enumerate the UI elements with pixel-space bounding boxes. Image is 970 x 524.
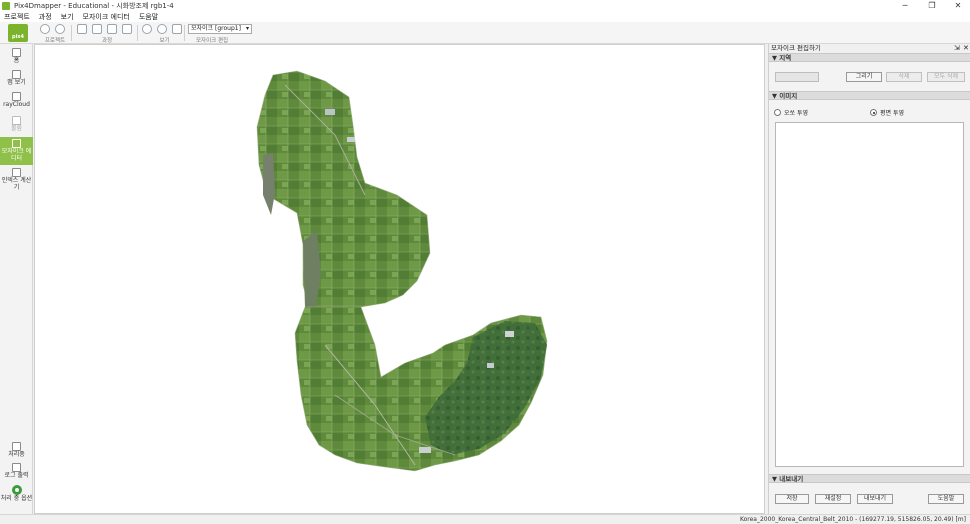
mosaic-select-value: 모자이크 [group1] bbox=[191, 25, 241, 32]
title-bar: Pix4Dmapper - Educational - 시화방조제 rgb1-4… bbox=[0, 0, 970, 11]
export-section: ▼ 내보내기 저장 재설정 내보내기 도움말 bbox=[769, 474, 970, 513]
sidebar-item-label: 모자이크 에디터 bbox=[1, 148, 32, 162]
step-icon[interactable] bbox=[107, 24, 117, 34]
menu-view[interactable]: 보기 bbox=[61, 12, 74, 22]
sidebar-item-label: rayCloud bbox=[3, 101, 30, 108]
processing-icon bbox=[12, 442, 21, 451]
region-section-header[interactable]: ▼ 지역 bbox=[769, 53, 970, 62]
menu-project[interactable]: 프로젝트 bbox=[4, 12, 30, 22]
sidebar-item-label: 로그 출력 bbox=[4, 472, 29, 479]
toolbar-divider bbox=[137, 25, 138, 41]
sidebar-item-processing[interactable]: 처리중 bbox=[0, 442, 33, 460]
window-title: Pix4Dmapper - Educational - 시화방조제 rgb1-4 bbox=[14, 1, 174, 10]
zoom-in-icon[interactable] bbox=[142, 24, 152, 34]
document-icon[interactable] bbox=[77, 24, 87, 34]
mosaic-select[interactable]: 모자이크 [group1] ▾ bbox=[188, 24, 252, 34]
coordinate-readout: Korea_2000_Korea_Central_Belt_2010 - (16… bbox=[739, 516, 966, 523]
sidebar-item-index-calculator[interactable]: 인덱스 계산기 bbox=[0, 168, 33, 194]
help-button[interactable]: 도움말 bbox=[928, 494, 964, 504]
menu-bar: 프로젝트 과정 보기 모자이크 에디터 도움말 bbox=[0, 11, 970, 22]
delete-all-button[interactable]: 모두 삭제 bbox=[927, 72, 965, 82]
toolbar-group-project: 프로젝트 bbox=[40, 23, 70, 44]
toolbar-group-label: 모자이크 편집 bbox=[196, 38, 229, 44]
sidebar-item-label: 볼륨 bbox=[10, 125, 23, 132]
mosaic-icon bbox=[12, 139, 21, 148]
sidebar: 홈 맵 보기 rayCloud 볼륨 모자이크 에디터 인덱스 계산기 처리중 … bbox=[0, 44, 33, 514]
export-button[interactable]: 내보내기 bbox=[857, 494, 893, 504]
fit-view-icon[interactable] bbox=[172, 24, 182, 34]
menu-process[interactable]: 과정 bbox=[39, 12, 52, 22]
crosshair-icon[interactable] bbox=[55, 24, 65, 34]
export-section-header[interactable]: ▼ 내보내기 bbox=[769, 474, 970, 483]
sidebar-item-label: 처리 중 옵션 bbox=[0, 495, 33, 502]
panel-title: 모자이크 편집하기 bbox=[771, 44, 821, 52]
raycloud-icon bbox=[12, 92, 21, 101]
chevron-down-icon: ▾ bbox=[245, 25, 249, 32]
ortho-projection-label: 오쏘 투영 bbox=[784, 110, 808, 117]
sidebar-item-processing-options[interactable]: 처리 중 옵션 bbox=[0, 485, 33, 511]
region-section: 그리기 삭제 모두 삭제 bbox=[769, 62, 970, 91]
draw-button[interactable]: 그리기 bbox=[846, 72, 882, 82]
mosaic-canvas[interactable] bbox=[34, 44, 765, 514]
log-icon bbox=[12, 463, 21, 472]
maximize-button[interactable]: ❐ bbox=[919, 0, 945, 11]
sidebar-item-volume[interactable]: 볼륨 bbox=[0, 116, 33, 134]
menu-mosaic-editor[interactable]: 모자이크 에디터 bbox=[83, 12, 130, 22]
menu-help[interactable]: 도움말 bbox=[139, 12, 158, 22]
delete-button[interactable]: 삭제 bbox=[886, 72, 922, 82]
map-icon bbox=[12, 70, 21, 79]
save-button[interactable]: 저장 bbox=[775, 494, 809, 504]
planar-projection-label: 평면 투영 bbox=[880, 110, 904, 117]
zoom-out-icon[interactable] bbox=[157, 24, 167, 34]
sidebar-item-label: 홈 bbox=[13, 57, 20, 64]
reset-button[interactable]: 재설정 bbox=[815, 494, 851, 504]
grid-icon bbox=[12, 168, 21, 177]
radio-checked-icon bbox=[870, 109, 877, 116]
sidebar-item-log-output[interactable]: 로그 출력 bbox=[0, 463, 33, 481]
minimize-button[interactable]: ─ bbox=[892, 0, 918, 11]
globe-icon[interactable] bbox=[40, 24, 50, 34]
sidebar-item-raycloud[interactable]: rayCloud bbox=[0, 92, 33, 110]
pix4d-logo: pix4 bbox=[8, 24, 28, 42]
toolbar-group-label: 프로젝트 bbox=[44, 38, 66, 44]
home-icon bbox=[12, 48, 21, 57]
toolbar-divider bbox=[71, 25, 72, 41]
panel-close-icon[interactable]: ✕ bbox=[963, 44, 969, 53]
toolbar-group-label: 보기 bbox=[159, 38, 170, 44]
sidebar-item-mosaic-editor[interactable]: 모자이크 에디터 bbox=[0, 137, 33, 165]
orthomosaic-image bbox=[256, 70, 548, 472]
cylinder-icon bbox=[12, 116, 21, 125]
settings-doc-icon[interactable] bbox=[122, 24, 132, 34]
sidebar-item-label: 맵 보기 bbox=[7, 79, 26, 86]
toolbar-group-view: 보기 bbox=[142, 23, 187, 44]
sidebar-item-home[interactable]: 홈 bbox=[0, 48, 33, 66]
sidebar-item-map-view[interactable]: 맵 보기 bbox=[0, 70, 33, 88]
app-icon bbox=[2, 1, 10, 10]
gear-icon bbox=[11, 485, 22, 495]
undock-icon[interactable]: ⇲ bbox=[954, 44, 960, 53]
sidebar-item-label: 인덱스 계산기 bbox=[1, 177, 32, 191]
toolbar-divider bbox=[184, 25, 185, 41]
image-list[interactable] bbox=[775, 122, 964, 467]
toolbar-group-process: 과정 bbox=[77, 23, 137, 44]
images-section-header[interactable]: ▼ 이미지 bbox=[769, 91, 970, 100]
sidebar-item-label: 처리중 bbox=[8, 451, 25, 458]
status-bar: Korea_2000_Korea_Central_Belt_2010 - (16… bbox=[0, 514, 970, 524]
radio-icon bbox=[774, 109, 781, 116]
ortho-projection-option[interactable]: 오쏘 투영 bbox=[774, 108, 808, 117]
planar-projection-option[interactable]: 평면 투영 bbox=[870, 108, 904, 117]
run-icon[interactable] bbox=[92, 24, 102, 34]
mosaic-edit-panel: 모자이크 편집하기 ⇲ ✕ ▼ 지역 그리기 삭제 모두 삭제 ▼ 이미지 오쏘… bbox=[768, 44, 970, 514]
toolbar-group-label: 과정 bbox=[101, 38, 113, 44]
panel-title-bar: 모자이크 편집하기 ⇲ ✕ bbox=[769, 44, 970, 53]
region-combo[interactable] bbox=[775, 72, 819, 82]
toolbar: pix4 프로젝트 과정 보기 bbox=[0, 22, 970, 60]
close-button[interactable]: ✕ bbox=[945, 0, 970, 11]
